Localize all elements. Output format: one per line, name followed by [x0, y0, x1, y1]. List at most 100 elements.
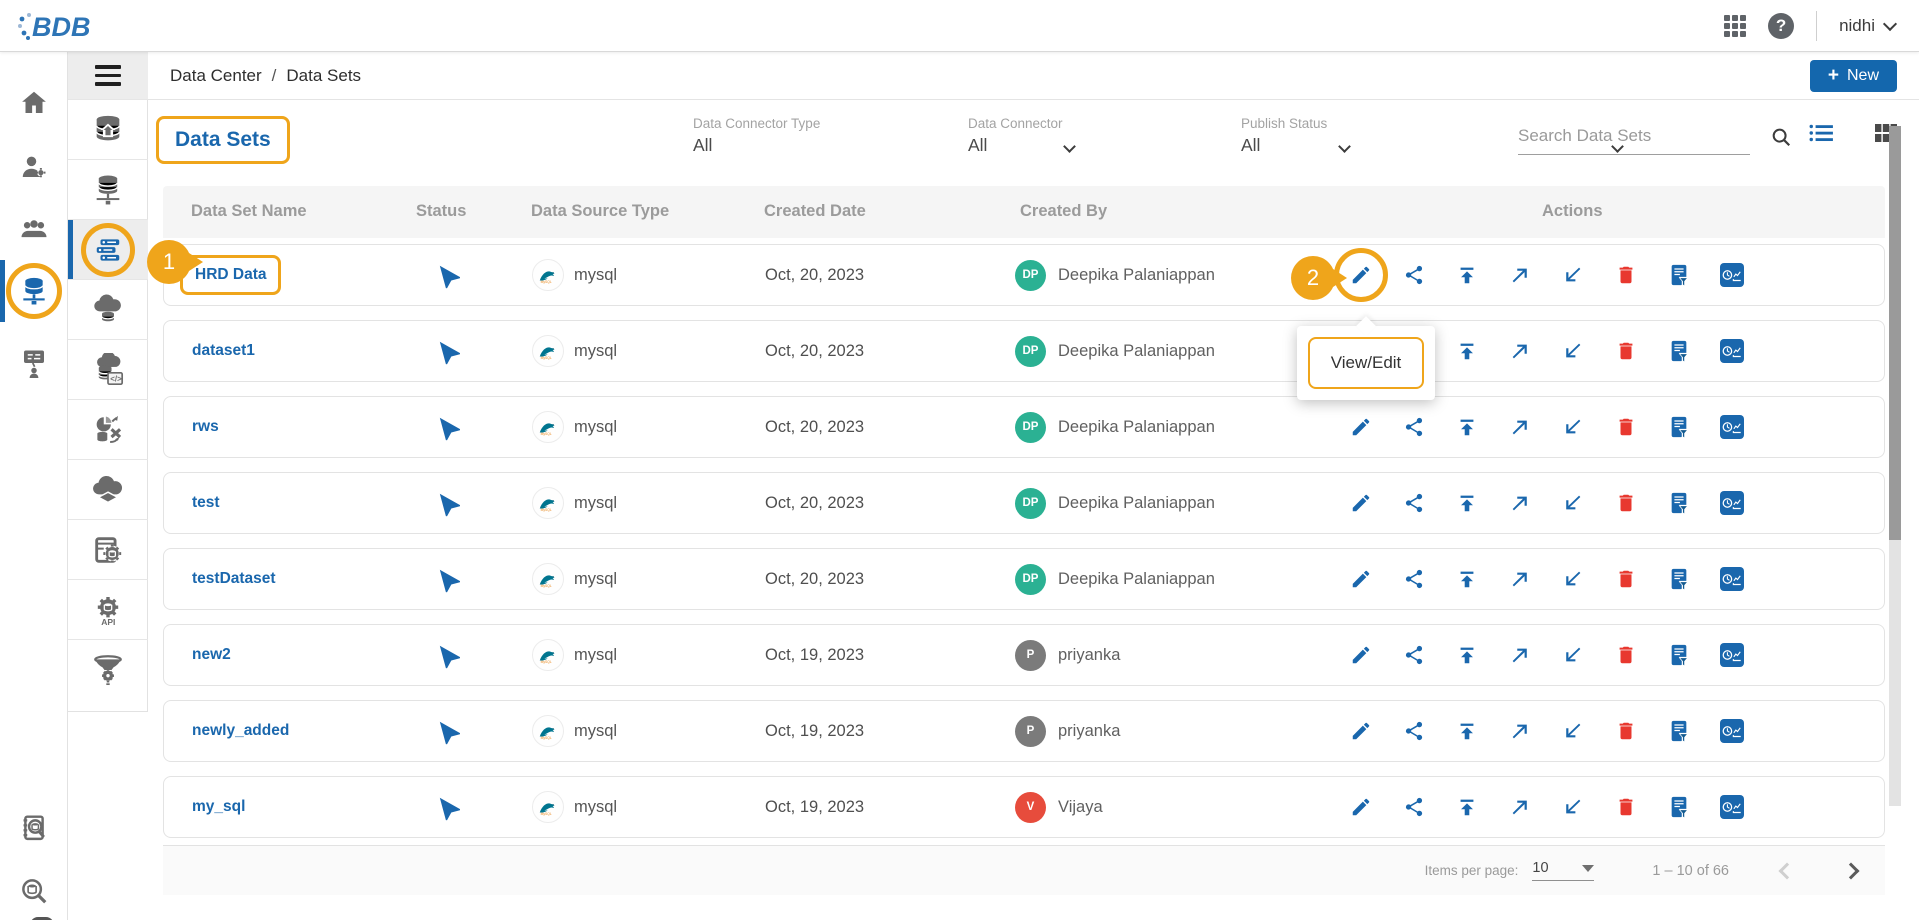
sidebar-item-notifications[interactable]: 12	[0, 914, 68, 920]
sidebar-item-publish-monitor[interactable]	[0, 334, 68, 392]
table-row[interactable]: testDataset MySQL mysql Oct, 20, 2023 DP…	[163, 548, 1885, 610]
data-store-icon[interactable]	[1720, 567, 1744, 591]
sidebar-item-user-groups[interactable]	[0, 200, 68, 258]
edit-icon[interactable]	[1349, 643, 1373, 667]
push-icon[interactable]	[1508, 795, 1532, 819]
data-prep-icon[interactable]	[1667, 795, 1691, 819]
list-view-icon[interactable]	[1808, 122, 1834, 144]
edit-icon[interactable]	[1349, 795, 1373, 819]
delete-icon[interactable]	[1614, 415, 1638, 439]
scrollbar-thumb[interactable]	[1889, 126, 1901, 540]
data-store-icon[interactable]	[1720, 415, 1744, 439]
publish-icon[interactable]	[1455, 339, 1479, 363]
publish-icon[interactable]	[1455, 263, 1479, 287]
edit-icon[interactable]	[1349, 263, 1373, 287]
data-store-icon[interactable]	[1720, 491, 1744, 515]
data-prep-icon[interactable]	[1667, 491, 1691, 515]
share-icon[interactable]	[1402, 719, 1426, 743]
data-prep-icon[interactable]	[1667, 643, 1691, 667]
publish-icon[interactable]	[1455, 567, 1479, 591]
data-store-icon[interactable]	[1720, 795, 1744, 819]
sidebar-item-data-migration[interactable]	[68, 400, 148, 460]
sidebar-item-data-center-home[interactable]	[68, 100, 148, 160]
share-icon[interactable]	[1402, 491, 1426, 515]
push-icon[interactable]	[1508, 339, 1532, 363]
table-row[interactable]: my_sql MySQL mysql Oct, 19, 2023 V Vijay…	[163, 776, 1885, 838]
table-row[interactable]: newly_added MySQL mysql Oct, 19, 2023 P …	[163, 700, 1885, 762]
push-icon[interactable]	[1508, 643, 1532, 667]
share-icon[interactable]	[1402, 795, 1426, 819]
data-store-icon[interactable]	[1720, 263, 1744, 287]
filter-publish-status[interactable]: Publish Status All	[1241, 116, 1327, 156]
publish-icon[interactable]	[1455, 719, 1479, 743]
publish-icon[interactable]	[1455, 415, 1479, 439]
sidebar-item-data-lake[interactable]	[68, 460, 148, 520]
filter-data-connector-type[interactable]: Data Connector Type All	[693, 116, 820, 156]
pull-icon[interactable]	[1561, 491, 1585, 515]
publish-icon[interactable]	[1455, 643, 1479, 667]
items-per-page-select[interactable]: 10	[1532, 860, 1594, 881]
data-prep-icon[interactable]	[1667, 567, 1691, 591]
data-set-name-link[interactable]: dataset1	[192, 342, 255, 360]
data-set-name-link[interactable]: testDataset	[192, 570, 276, 588]
sidebar-item-data-stores[interactable]	[68, 280, 148, 340]
table-row[interactable]: dataset1 MySQL mysql Oct, 20, 2023 DP De…	[163, 320, 1885, 382]
data-set-name-link[interactable]: test	[192, 494, 220, 512]
data-store-icon[interactable]	[1720, 719, 1744, 743]
data-prep-icon[interactable]	[1667, 415, 1691, 439]
share-icon[interactable]	[1402, 415, 1426, 439]
table-row[interactable]: HRD Data MySQL mysql Oct, 20, 2023 DP De…	[163, 244, 1885, 306]
pull-icon[interactable]	[1561, 567, 1585, 591]
share-icon[interactable]	[1402, 643, 1426, 667]
chevron-right-icon[interactable]	[1843, 862, 1860, 879]
chevron-left-icon[interactable]	[1779, 862, 1796, 879]
share-icon[interactable]	[1402, 567, 1426, 591]
edit-icon[interactable]	[1349, 491, 1373, 515]
push-icon[interactable]	[1508, 415, 1532, 439]
data-prep-icon[interactable]	[1667, 719, 1691, 743]
table-row[interactable]: test MySQL mysql Oct, 20, 2023 DP Deepik…	[163, 472, 1885, 534]
delete-icon[interactable]	[1614, 263, 1638, 287]
pull-icon[interactable]	[1561, 415, 1585, 439]
search-input[interactable]	[1518, 120, 1750, 155]
pull-icon[interactable]	[1561, 263, 1585, 287]
sidebar-item-data-search[interactable]	[0, 862, 68, 920]
delete-icon[interactable]	[1614, 491, 1638, 515]
pull-icon[interactable]	[1561, 795, 1585, 819]
delete-icon[interactable]	[1614, 719, 1638, 743]
help-icon[interactable]: ?	[1768, 13, 1794, 39]
data-set-name-link[interactable]: rws	[192, 418, 219, 436]
search-icon[interactable]	[1770, 126, 1792, 148]
filter-data-connector[interactable]: Data Connector All	[968, 116, 1063, 156]
breadcrumb-data-sets[interactable]: Data Sets	[286, 66, 361, 86]
delete-icon[interactable]	[1614, 643, 1638, 667]
share-icon[interactable]	[1402, 263, 1426, 287]
table-row[interactable]: rws MySQL mysql Oct, 20, 2023 DP Deepika…	[163, 396, 1885, 458]
bdb-logo[interactable]: BDB	[16, 7, 126, 45]
data-store-icon[interactable]	[1720, 339, 1744, 363]
publish-icon[interactable]	[1455, 795, 1479, 819]
new-button[interactable]: + New	[1810, 60, 1897, 92]
data-set-name-link[interactable]: my_sql	[192, 798, 245, 816]
sidebar-item-data-sandbox[interactable]: </>	[68, 340, 148, 400]
apps-grid-icon[interactable]	[1724, 15, 1746, 37]
sidebar-item-audit-log[interactable]	[0, 800, 68, 858]
push-icon[interactable]	[1508, 719, 1532, 743]
sidebar-item-data-sets[interactable]	[68, 220, 148, 280]
sidebar-item-api-services[interactable]: API	[68, 580, 148, 640]
data-prep-icon[interactable]	[1667, 339, 1691, 363]
table-row[interactable]: new2 MySQL mysql Oct, 19, 2023 P priyank…	[163, 624, 1885, 686]
pull-icon[interactable]	[1561, 719, 1585, 743]
push-icon[interactable]	[1508, 491, 1532, 515]
edit-icon[interactable]	[1349, 567, 1373, 591]
edit-icon[interactable]	[1349, 719, 1373, 743]
data-set-name-link[interactable]: newly_added	[192, 722, 289, 740]
sidebar-item-data-preparation[interactable]	[68, 520, 148, 580]
delete-icon[interactable]	[1614, 795, 1638, 819]
publish-icon[interactable]	[1455, 491, 1479, 515]
sidebar-item-data-connectors[interactable]	[68, 160, 148, 220]
data-set-name-link[interactable]: new2	[192, 646, 231, 664]
pull-icon[interactable]	[1561, 339, 1585, 363]
sidebar-item-etl[interactable]	[68, 640, 148, 700]
edit-icon[interactable]	[1349, 415, 1373, 439]
